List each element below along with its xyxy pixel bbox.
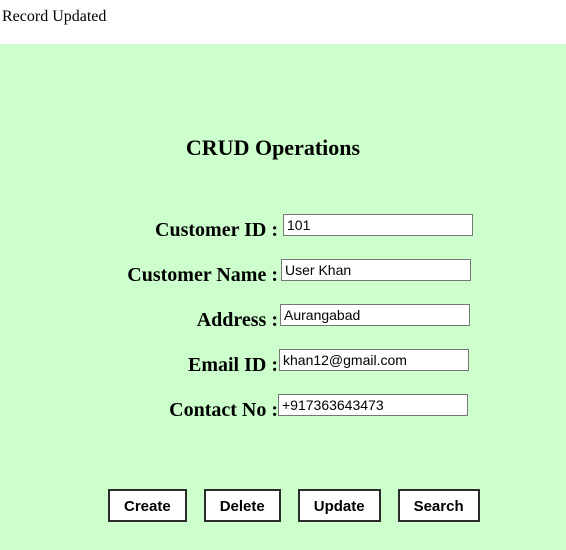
contact-no-input[interactable] [278,394,468,416]
form-fields: Customer ID : Customer Name : Address : … [0,214,566,439]
customer-name-input[interactable] [281,259,471,281]
status-message: Record Updated [2,8,107,25]
update-button[interactable]: Update [297,489,381,522]
label-address: Address : [196,309,278,331]
action-button-row: Create Delete Update Search [108,489,480,522]
address-input[interactable] [280,304,470,326]
crud-page: Record Updated CRUD Operations Customer … [0,0,566,550]
search-button[interactable]: Search [397,489,480,522]
form-row-customer-name: Customer Name : [0,259,566,304]
page-title: CRUD Operations [185,135,361,160]
form-row-address: Address : [0,304,566,349]
form-row-customer-id: Customer ID : [0,214,566,259]
label-customer-id: Customer ID : [155,219,278,241]
label-email-id: Email ID : [188,354,278,376]
delete-button[interactable]: Delete [203,489,281,522]
label-customer-name: Customer Name : [127,264,278,286]
email-id-input[interactable] [279,349,469,371]
status-bar: Record Updated [0,0,566,44]
customer-id-input[interactable] [283,214,473,236]
label-contact-no: Contact No : [169,399,278,421]
form-row-email-id: Email ID : [0,349,566,394]
crud-form-panel: CRUD Operations Customer ID : Customer N… [0,44,566,550]
create-button[interactable]: Create [108,489,187,522]
form-row-contact-no: Contact No : [0,394,566,439]
